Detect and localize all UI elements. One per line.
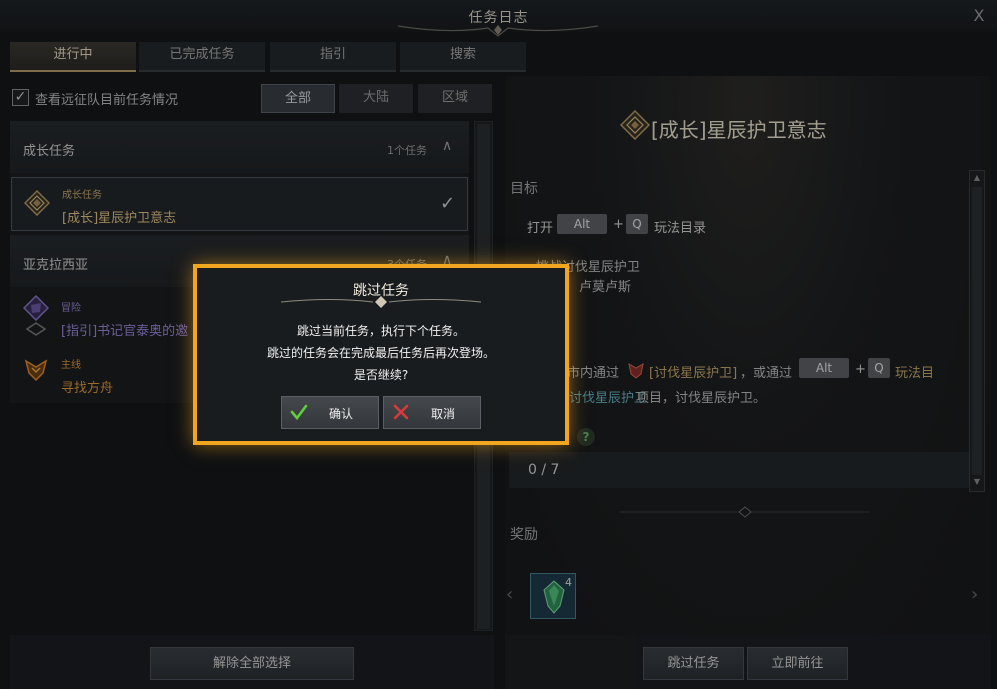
cancel-label: 取消 <box>430 407 455 421</box>
confirm-label: 确认 <box>328 407 353 421</box>
dialog-message-line: 是否继续? <box>353 368 409 382</box>
skip-quest-dialog: 跳过任务 跳过当前任务，执行下个任务。 跳过的任务会在完成最后任务后再次登场。 … <box>193 264 569 445</box>
dialog-message-line: 跳过的任务会在完成最后任务后再次登场。 <box>266 346 495 360</box>
cancel-button[interactable]: 取消 <box>383 396 481 429</box>
dialog-message-line: 跳过当前任务，执行下个任务。 <box>296 324 465 338</box>
dialog-ornament-icon <box>281 296 481 308</box>
confirm-button[interactable]: 确认 <box>281 396 379 429</box>
